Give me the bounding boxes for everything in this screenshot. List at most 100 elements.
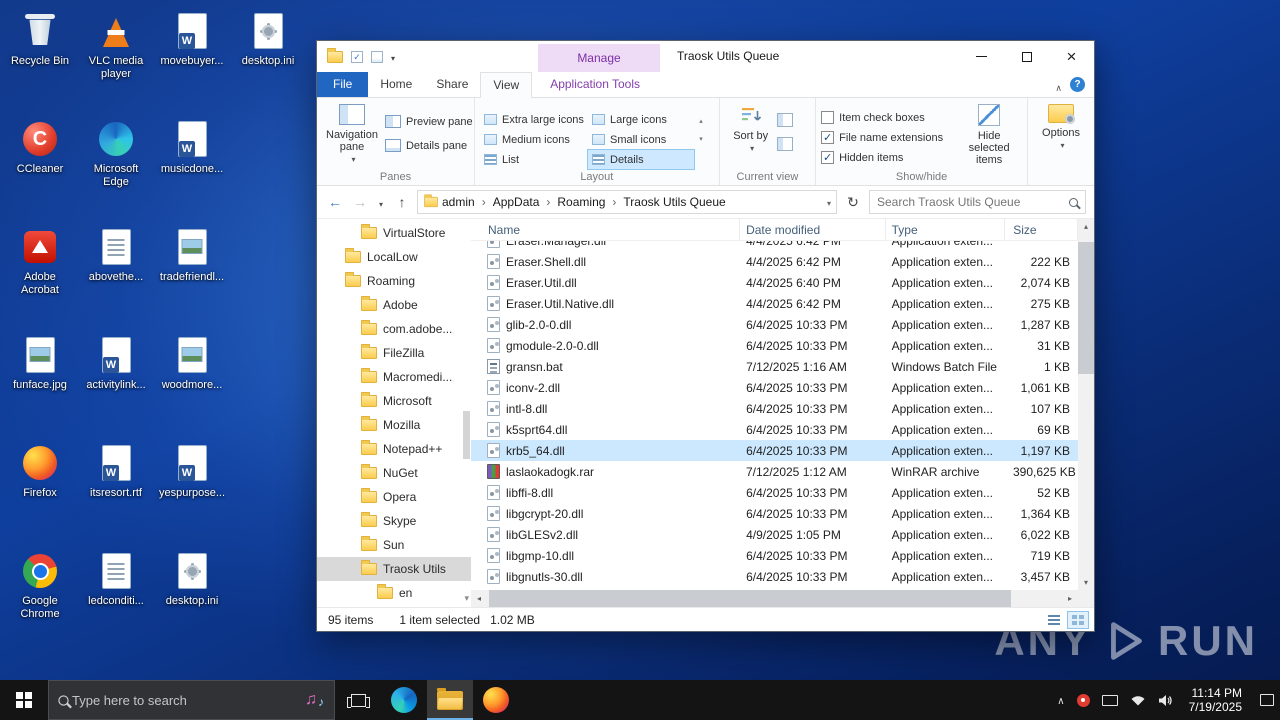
taskbar-edge-button[interactable]: [381, 680, 427, 720]
file-row[interactable]: Eraser.Util.dll 4/4/2025 6:40 PM Applica…: [471, 272, 1078, 293]
taskbar-search-input[interactable]: [72, 693, 305, 708]
ribbon-checkbox[interactable]: Item check boxes: [821, 111, 957, 124]
file-row[interactable]: iconv-2.dll 6/4/2025 10:33 PM Applicatio…: [471, 377, 1078, 398]
file-row[interactable]: Eraser.Shell.dll 4/4/2025 6:42 PM Applic…: [471, 251, 1078, 272]
scroll-left-icon[interactable]: [471, 590, 487, 607]
tree-item[interactable]: FileZilla: [317, 341, 471, 365]
add-columns-icon[interactable]: [777, 137, 793, 151]
desktop-icon[interactable]: desktop.ini: [230, 4, 306, 112]
taskbar-firefox-button[interactable]: [473, 680, 519, 720]
tree-item[interactable]: en: [317, 581, 471, 605]
file-row[interactable]: libGLESv2.dll 4/9/2025 1:05 PM Applicati…: [471, 524, 1078, 545]
volume-icon[interactable]: [1158, 694, 1173, 707]
tree-scroll-down-icon[interactable]: [464, 590, 469, 604]
scroll-up-icon[interactable]: [1078, 219, 1094, 234]
layout-option[interactable]: Extra large icons: [480, 110, 586, 129]
tray-red-icon[interactable]: [1077, 694, 1090, 707]
layout-option[interactable]: Large icons: [588, 110, 694, 129]
tab-application-tools[interactable]: Application Tools: [538, 72, 652, 97]
ribbon-checkbox[interactable]: Hidden items: [821, 151, 957, 164]
back-button[interactable]: [325, 194, 345, 210]
qat-customize-chevron-icon[interactable]: [391, 50, 395, 64]
vertical-scrollbar[interactable]: [1078, 219, 1094, 590]
preview-pane-button[interactable]: Preview pane: [382, 114, 476, 129]
desktop-icon[interactable]: tradefriendl...: [154, 220, 230, 328]
desktop-icon[interactable]: musicdone...: [154, 112, 230, 220]
desktop-icon[interactable]: Adobe Acrobat: [2, 220, 78, 328]
desktop-icon[interactable]: activitylink...: [78, 328, 154, 436]
touch-keyboard-icon[interactable]: [1102, 695, 1118, 706]
desktop-icon[interactable]: Microsoft Edge: [78, 112, 154, 220]
column-header-type[interactable]: Type: [886, 219, 1006, 240]
tab-file[interactable]: File: [317, 72, 368, 97]
desktop-icon[interactable]: movebuyer...: [154, 4, 230, 112]
file-row[interactable]: k5sprt64.dll 6/4/2025 10:33 PM Applicati…: [471, 419, 1078, 440]
file-row[interactable]: gransn.bat 7/12/2025 1:16 AM Windows Bat…: [471, 356, 1078, 377]
scroll-right-icon[interactable]: [1062, 590, 1078, 607]
tree-item[interactable]: Skype: [317, 509, 471, 533]
tab-share[interactable]: Share: [424, 72, 480, 97]
vertical-scrollbar-thumb[interactable]: [1078, 242, 1094, 374]
hide-selected-items-button[interactable]: Hide selected items: [957, 101, 1021, 169]
help-icon[interactable]: [1070, 77, 1085, 92]
tab-view[interactable]: View: [480, 72, 532, 98]
layout-option[interactable]: Medium icons: [480, 130, 586, 149]
tree-item[interactable]: Macromedi...: [317, 365, 471, 389]
tree-item[interactable]: Opera: [317, 485, 471, 509]
navigation-pane-button[interactable]: Navigation pane: [322, 101, 382, 169]
layout-scroll-up-icon[interactable]: [699, 112, 703, 126]
tree-scrollbar-thumb[interactable]: [463, 411, 470, 459]
desktop-icon[interactable]: funface.jpg: [2, 328, 78, 436]
tree-item[interactable]: Microsoft: [317, 389, 471, 413]
file-row[interactable]: Eraser.Manager.dll 4/4/2025 6:42 PM Appl…: [471, 241, 1078, 251]
file-row[interactable]: gmodule-2.0-0.dll 6/4/2025 10:33 PM Appl…: [471, 335, 1078, 356]
tree-item[interactable]: Notepad++: [317, 437, 471, 461]
tree-item[interactable]: Traosk Utils: [317, 557, 471, 581]
layout-option[interactable]: Details: [588, 150, 694, 169]
recent-locations-chevron-icon[interactable]: [375, 194, 387, 210]
forward-button[interactable]: [350, 194, 370, 210]
file-row[interactable]: libgmp-10.dll 6/4/2025 10:33 PM Applicat…: [471, 545, 1078, 566]
desktop-icon[interactable]: Google Chrome: [2, 544, 78, 652]
column-header-date-modified[interactable]: Date modified: [740, 219, 886, 240]
column-header-size[interactable]: Size: [1005, 219, 1078, 240]
file-row[interactable]: laslaokadogk.rar 7/12/2025 1:12 AM WinRA…: [471, 461, 1078, 482]
horizontal-scrollbar-thumb[interactable]: [489, 590, 1011, 607]
desktop-icon[interactable]: VLC media player: [78, 4, 154, 112]
collapse-ribbon-icon[interactable]: [1055, 80, 1062, 94]
action-center-icon[interactable]: [1260, 694, 1274, 706]
titlebar[interactable]: Manage Traosk Utils Queue: [317, 41, 1094, 72]
refresh-icon[interactable]: [842, 194, 864, 211]
tree-item[interactable]: VirtualStore: [317, 221, 471, 245]
desktop-icon[interactable]: itsresort.rtf: [78, 436, 154, 544]
tab-home[interactable]: Home: [368, 72, 424, 97]
tree-item[interactable]: Roaming: [317, 269, 471, 293]
tree-item[interactable]: Sun: [317, 533, 471, 557]
desktop-icon[interactable]: woodmore...: [154, 328, 230, 436]
options-button[interactable]: Options: [1033, 101, 1089, 169]
column-header-name[interactable]: Name: [471, 219, 740, 240]
scroll-down-icon[interactable]: [1078, 575, 1094, 590]
desktop-icon[interactable]: abovethe...: [78, 220, 154, 328]
details-view-toggle[interactable]: [1043, 611, 1065, 629]
breadcrumb-item[interactable]: Roaming: [557, 195, 623, 209]
desktop-icon[interactable]: ledconditi...: [78, 544, 154, 652]
address-dropdown-icon[interactable]: [827, 195, 831, 209]
task-view-button[interactable]: [335, 680, 381, 720]
desktop-icon[interactable]: desktop.ini: [154, 544, 230, 652]
maximize-button[interactable]: [1004, 41, 1049, 72]
sort-by-button[interactable]: Sort by: [725, 101, 777, 169]
file-row[interactable]: krb5_64.dll 6/4/2025 10:33 PM Applicatio…: [471, 440, 1078, 461]
tree-item[interactable]: NuGet: [317, 461, 471, 485]
tree-item[interactable]: Adobe: [317, 293, 471, 317]
large-icons-view-toggle[interactable]: [1067, 611, 1089, 629]
qat-properties-icon[interactable]: [351, 51, 363, 63]
qat-new-folder-icon[interactable]: [371, 51, 383, 63]
tree-item[interactable]: Mozilla: [317, 413, 471, 437]
breadcrumb-item[interactable]: Traosk Utils Queue: [623, 195, 725, 209]
horizontal-scrollbar[interactable]: [471, 590, 1078, 607]
file-row[interactable]: glib-2.0-0.dll 6/4/2025 10:33 PM Applica…: [471, 314, 1078, 335]
file-row[interactable]: intl-8.dll 6/4/2025 10:33 PM Application…: [471, 398, 1078, 419]
desktop-icon[interactable]: CCleaner: [2, 112, 78, 220]
network-icon[interactable]: [1130, 694, 1146, 706]
